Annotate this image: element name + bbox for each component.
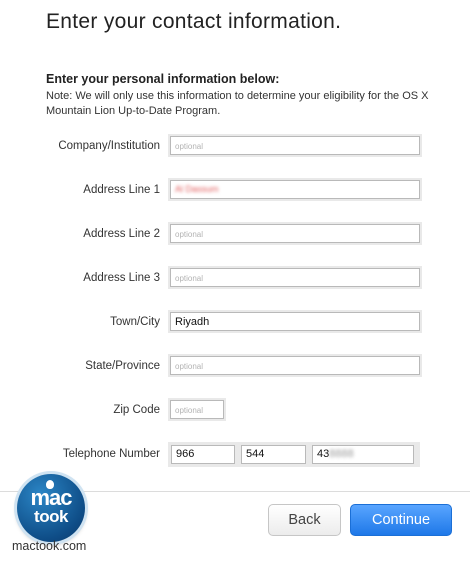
telephone-country-code-value: 966 (176, 448, 195, 460)
mactook-logo: mac took (17, 474, 85, 542)
continue-button[interactable]: Continue (350, 504, 452, 536)
state-province-field[interactable] (170, 356, 420, 375)
privacy-note: Note: We will only use this information … (46, 90, 429, 117)
address-line-1-field[interactable]: Al Dassum (170, 180, 420, 199)
address-line-3-label: Address Line 3 (83, 272, 160, 284)
telephone-number-field[interactable]: 438888 (312, 445, 414, 464)
state-province-label: State/Province (85, 360, 160, 372)
telephone-area-code-field[interactable]: 544 (241, 445, 306, 464)
telephone-country-code-field[interactable]: 966 (171, 445, 235, 464)
telephone-number-visible: 43 (317, 448, 330, 460)
section-heading: Enter your personal information below: (46, 72, 280, 86)
telephone-label: Telephone Number (62, 448, 160, 460)
address-line-3-field[interactable] (170, 268, 420, 287)
back-button[interactable]: Back (268, 504, 341, 536)
company-label: Company/Institution (58, 140, 160, 152)
address-line-1-label: Address Line 1 (83, 184, 160, 196)
town-city-field[interactable] (170, 312, 420, 331)
address-line-1-value: Al Dassum (175, 184, 219, 194)
telephone-number-hidden: 8888 (329, 448, 354, 460)
zip-code-label: Zip Code (113, 404, 160, 416)
town-city-label: Town/City (110, 316, 160, 328)
logo-caption: mactook.com (12, 539, 87, 553)
telephone-area-code-value: 544 (246, 448, 265, 460)
telephone-group: 966 544 438888 (168, 442, 420, 467)
logo-text-line-2: took (34, 507, 68, 526)
company-field[interactable] (170, 136, 420, 155)
address-line-2-label: Address Line 2 (83, 228, 160, 240)
zip-code-field[interactable] (170, 400, 224, 419)
address-line-2-field[interactable] (170, 224, 420, 243)
page-title: Enter your contact information. (46, 10, 342, 33)
